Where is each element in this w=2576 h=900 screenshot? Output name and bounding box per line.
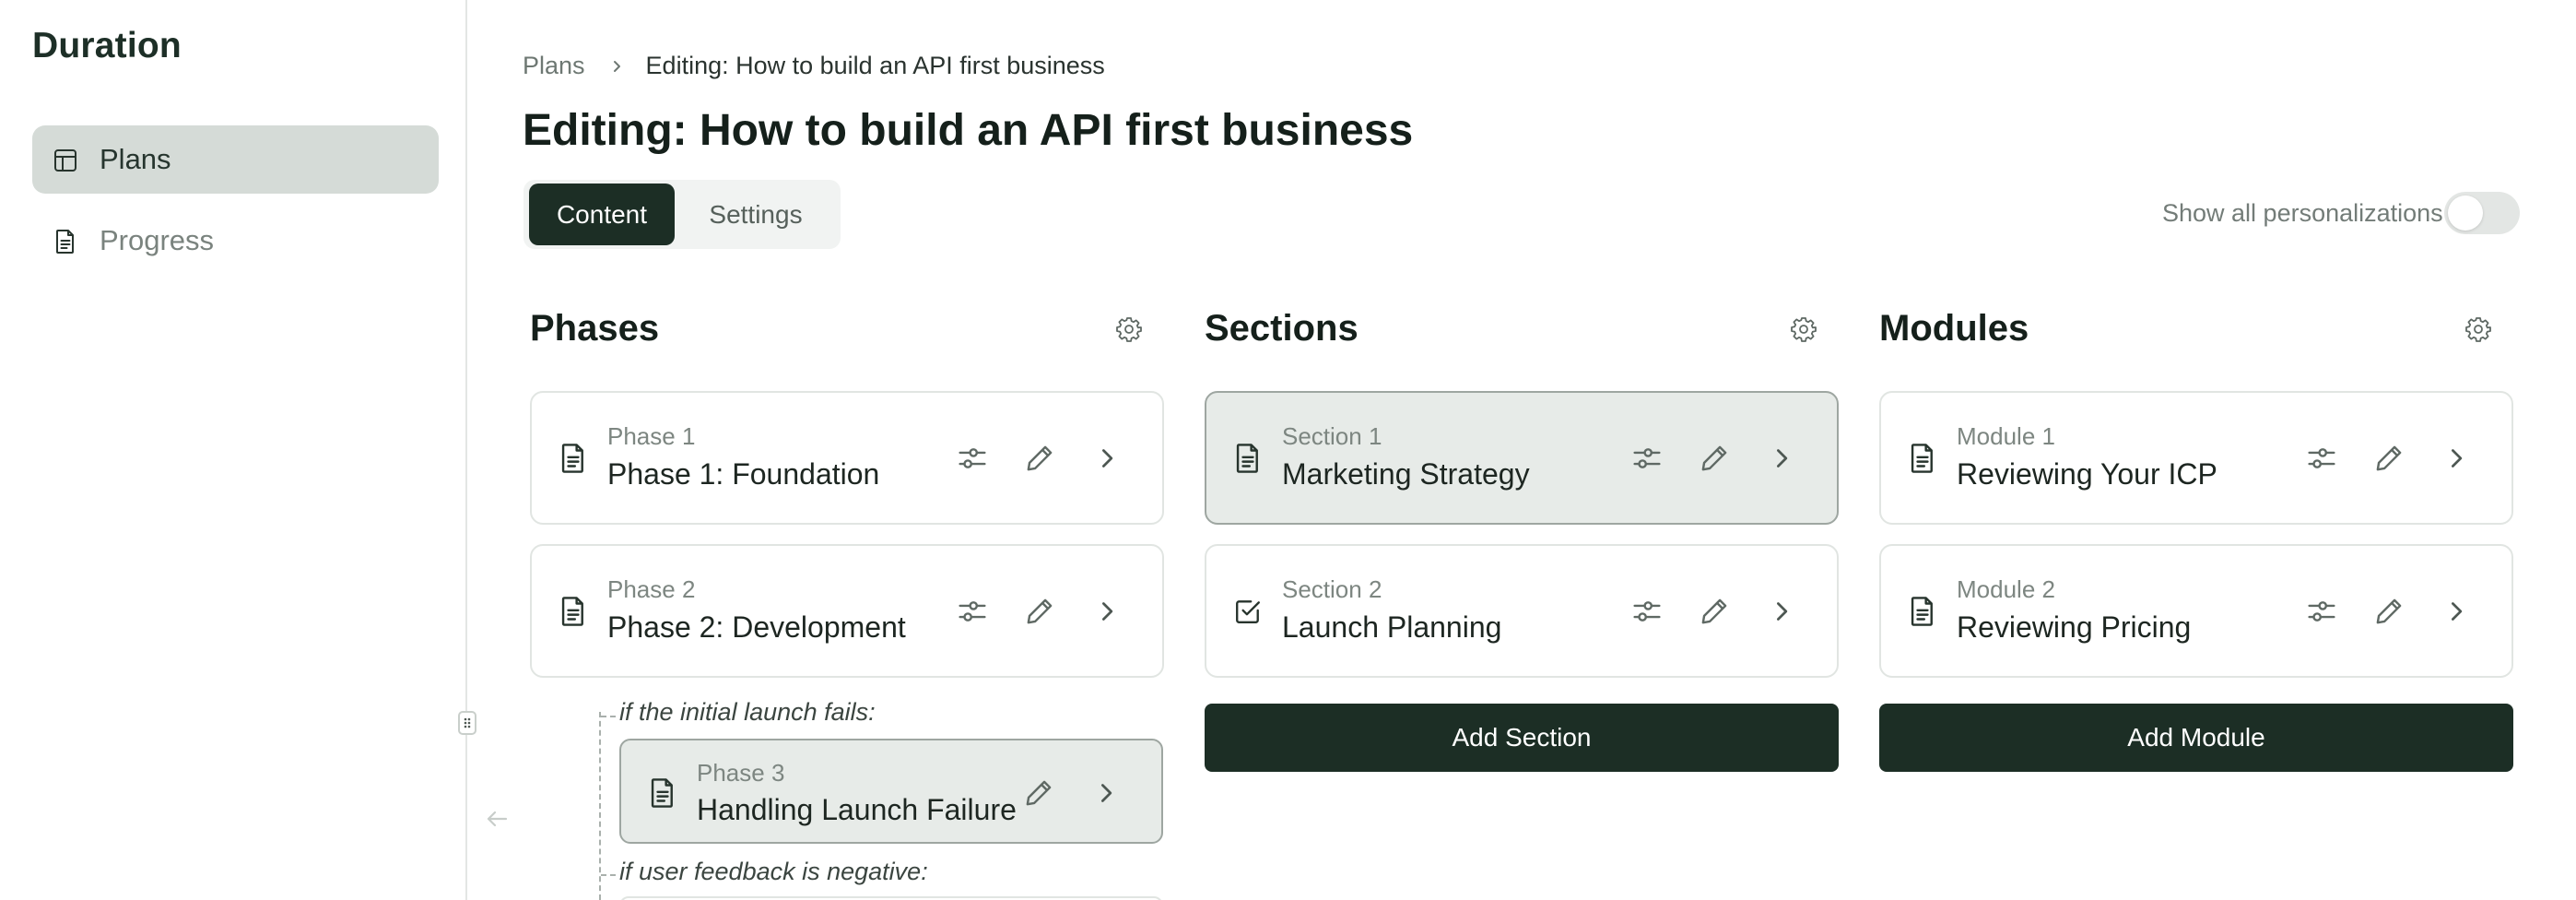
sidebar-resize-handle[interactable] bbox=[458, 711, 476, 735]
edit-pencil-icon[interactable] bbox=[1023, 777, 1054, 809]
branch-phase-card[interactable]: Phase 3 Handling Launch Failure bbox=[619, 739, 1163, 844]
branch-condition: if the initial launch fails: bbox=[619, 698, 876, 726]
personalizations-toggle-label: Show all personalizations bbox=[2162, 199, 2443, 227]
phase-name: Handling Launch Failure bbox=[697, 793, 1017, 826]
tab-settings[interactable]: Settings bbox=[676, 184, 835, 245]
chevron-right-icon[interactable] bbox=[1091, 443, 1123, 474]
checkbox-icon bbox=[1234, 596, 1262, 627]
sidebar: Duration Plans Progress bbox=[0, 0, 467, 900]
toggle-knob bbox=[2448, 195, 2483, 231]
breadcrumb-link-plans[interactable]: Plans bbox=[523, 52, 585, 80]
document-icon bbox=[1909, 596, 1936, 627]
edit-pencil-icon[interactable] bbox=[2373, 443, 2405, 474]
phase-card[interactable]: Phase 2 Phase 2: Development bbox=[530, 544, 1164, 678]
section-label: Section 1 bbox=[1282, 422, 1382, 450]
phase-name: Phase 2: Development bbox=[607, 610, 906, 644]
grip-icon bbox=[464, 717, 471, 728]
document-icon bbox=[559, 443, 587, 474]
edit-pencil-icon[interactable] bbox=[1024, 596, 1055, 627]
sidebar-item-plans[interactable]: Plans bbox=[32, 125, 439, 194]
page-title: Editing: How to build an API first busin… bbox=[523, 106, 1414, 155]
phases-settings-gear-icon[interactable] bbox=[1115, 315, 1143, 343]
branch-condition: if user feedback is negative: bbox=[619, 858, 928, 885]
phase-label: Phase 1 bbox=[607, 422, 696, 450]
module-label: Module 1 bbox=[1957, 422, 2055, 450]
chevron-right-icon[interactable] bbox=[1766, 596, 1797, 627]
sidebar-item-label: Plans bbox=[100, 143, 171, 175]
module-card[interactable]: Module 2 Reviewing Pricing bbox=[1879, 544, 2513, 678]
document-icon bbox=[559, 596, 587, 627]
breadcrumb: Plans Editing: How to build an API first… bbox=[523, 52, 1105, 80]
module-name: Reviewing Your ICP bbox=[1957, 457, 2217, 491]
personalize-sliders-icon[interactable] bbox=[1631, 596, 1663, 627]
modules-settings-gear-icon[interactable] bbox=[2464, 315, 2492, 343]
edit-pencil-icon[interactable] bbox=[1024, 443, 1055, 474]
chevron-right-icon bbox=[613, 60, 620, 72]
module-name: Reviewing Pricing bbox=[1957, 610, 2192, 644]
section-label: Section 2 bbox=[1282, 575, 1382, 603]
add-module-button[interactable]: Add Module bbox=[1879, 704, 2513, 772]
phases-column-title: Phases bbox=[530, 308, 660, 349]
personalize-sliders-icon[interactable] bbox=[2306, 596, 2337, 627]
sidebar-item-label: Progress bbox=[100, 224, 215, 256]
phase-label: Phase 3 bbox=[697, 759, 785, 787]
personalize-sliders-icon[interactable] bbox=[1631, 443, 1663, 474]
section-name: Launch Planning bbox=[1282, 610, 1502, 644]
branch-connector bbox=[599, 712, 619, 900]
section-name: Marketing Strategy bbox=[1282, 457, 1530, 491]
phase-name: Phase 1: Foundation bbox=[607, 457, 880, 491]
breadcrumb-current: Editing: How to build an API first busin… bbox=[645, 52, 1105, 79]
chevron-right-icon[interactable] bbox=[1090, 777, 1122, 809]
document-icon bbox=[649, 777, 676, 809]
section-card[interactable]: Section 2 Launch Planning bbox=[1205, 544, 1839, 678]
document-icon bbox=[53, 229, 78, 255]
branch-connector-tick bbox=[601, 874, 616, 876]
app-title: Duration bbox=[32, 26, 182, 65]
layout-icon bbox=[54, 149, 76, 172]
document-icon bbox=[1909, 443, 1936, 474]
personalize-sliders-icon[interactable] bbox=[2306, 443, 2337, 474]
module-card[interactable]: Module 1 Reviewing Your ICP bbox=[1879, 391, 2513, 525]
chevron-right-icon[interactable] bbox=[1091, 596, 1123, 627]
tab-bar: Content Settings bbox=[523, 180, 841, 249]
document-icon bbox=[1234, 443, 1262, 474]
add-section-button[interactable]: Add Section bbox=[1205, 704, 1839, 772]
sections-settings-gear-icon[interactable] bbox=[1790, 315, 1817, 343]
personalize-sliders-icon[interactable] bbox=[957, 443, 988, 474]
module-label: Module 2 bbox=[1957, 575, 2055, 603]
personalizations-toggle[interactable] bbox=[2444, 192, 2520, 234]
branch-connector-tick bbox=[601, 716, 616, 717]
edit-pencil-icon[interactable] bbox=[1699, 443, 1730, 474]
edit-pencil-icon[interactable] bbox=[2373, 596, 2405, 627]
sections-column-title: Sections bbox=[1205, 308, 1359, 349]
phase-label: Phase 2 bbox=[607, 575, 696, 603]
personalize-sliders-icon[interactable] bbox=[957, 596, 988, 627]
sidebar-item-progress[interactable]: Progress bbox=[32, 207, 439, 275]
chevron-right-icon[interactable] bbox=[2441, 443, 2472, 474]
chevron-right-icon[interactable] bbox=[2441, 596, 2472, 627]
phase-card[interactable]: Phase 1 Phase 1: Foundation bbox=[530, 391, 1164, 525]
edit-pencil-icon[interactable] bbox=[1699, 596, 1730, 627]
tab-content[interactable]: Content bbox=[529, 184, 675, 245]
modules-column-title: Modules bbox=[1879, 308, 2029, 349]
arrow-left-icon[interactable] bbox=[482, 804, 512, 834]
chevron-right-icon[interactable] bbox=[1766, 443, 1797, 474]
branch-phase-card[interactable] bbox=[619, 896, 1163, 900]
section-card[interactable]: Section 1 Marketing Strategy bbox=[1205, 391, 1839, 525]
